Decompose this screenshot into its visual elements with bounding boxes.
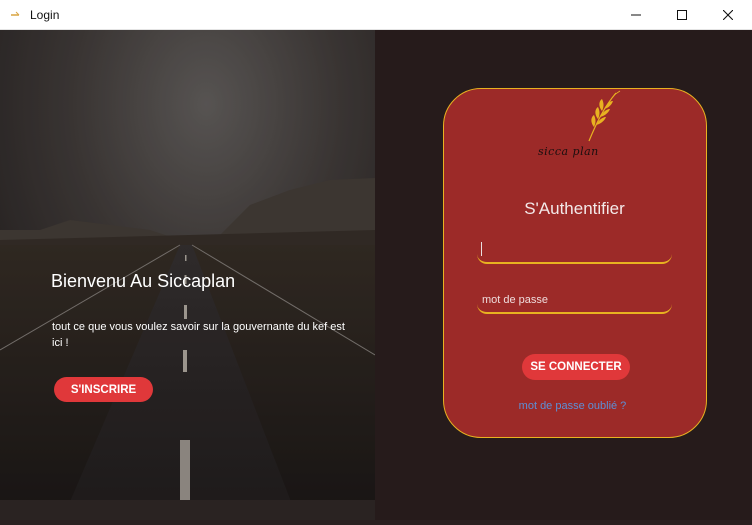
connect-button[interactable]: SE CONNECTER [522, 354, 630, 380]
minimize-icon [631, 14, 641, 16]
signup-button[interactable]: S'INSCRIRE [54, 377, 153, 402]
maximize-button[interactable] [659, 0, 705, 30]
siccaplan-logo: sicca plan [534, 89, 624, 169]
authenticate-title: S'Authentifier [524, 199, 625, 218]
password-placeholder: mot de passe [482, 294, 549, 306]
login-card: sicca plan S'Authentifier mot de passe S… [443, 88, 707, 438]
window-bottom-edge [0, 520, 752, 525]
login-window: Login Bienvenu Au Siccaplan tout ce que … [0, 0, 752, 525]
minimize-button[interactable] [613, 0, 659, 30]
title-bar: Login [0, 0, 752, 30]
forgot-password-link[interactable]: mot de passe oublié ? [444, 400, 701, 412]
app-icon [11, 11, 20, 16]
username-field[interactable] [477, 239, 672, 264]
welcome-panel: Bienvenu Au Siccaplan tout ce que vous v… [0, 30, 375, 525]
close-icon [723, 10, 733, 20]
welcome-text: tout ce que vous voulez savoir sur la go… [52, 321, 345, 349]
close-button[interactable] [705, 0, 751, 30]
welcome-title: Bienvenu Au Siccaplan [51, 271, 236, 291]
window-title: Login [30, 8, 60, 22]
logo-text: sicca plan [538, 145, 599, 158]
text-caret [481, 242, 482, 256]
password-field[interactable]: mot de passe [477, 289, 672, 314]
maximize-icon [677, 10, 687, 20]
